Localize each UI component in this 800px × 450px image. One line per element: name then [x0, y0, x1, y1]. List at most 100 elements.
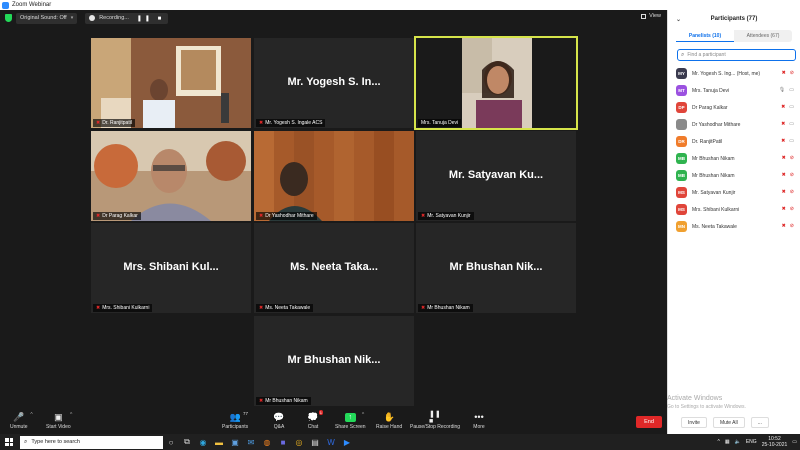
- media-icon[interactable]: ▤: [307, 434, 323, 450]
- invite-button[interactable]: Invite: [681, 417, 707, 428]
- participant-row[interactable]: Dr Yashodhar Mithare ✖ ▭: [668, 116, 800, 133]
- chevron-up-icon[interactable]: ^: [362, 412, 364, 418]
- video-on-icon: ▭: [789, 87, 794, 93]
- zoom-taskbar-icon[interactable]: ▶: [339, 434, 355, 450]
- participant-status-icons: ✖ ⊘: [782, 155, 794, 161]
- video-tile[interactable]: ✖ Dr Parag Kalkar: [91, 131, 251, 221]
- participant-display-name: Mr Bhushan Nik...: [449, 261, 543, 273]
- start-video-button[interactable]: ▣ ^ Start Video: [46, 412, 72, 431]
- tray-chevron-icon[interactable]: ^: [718, 439, 720, 445]
- tab-panelists[interactable]: Panelists (10): [676, 30, 734, 42]
- participant-name-label: ✖ Mr Bhushan Nikam: [418, 304, 473, 312]
- mic-muted-icon: ✖: [781, 70, 786, 76]
- participant-name: Dr Parag Kalkar: [102, 213, 138, 219]
- task-view-icon[interactable]: ⧉: [179, 434, 195, 450]
- mic-on-icon: 🎙: [778, 87, 786, 93]
- firefox-icon[interactable]: ◍: [259, 434, 275, 450]
- meeting-area: Original Sound: Off ▾ Recording... ❚❚ ■ …: [0, 10, 667, 410]
- taskbar-search-input[interactable]: ⌕ Type here to search: [20, 435, 163, 449]
- avatar: MS: [676, 187, 687, 198]
- end-button[interactable]: End: [636, 416, 662, 428]
- video-on-icon: ▭: [789, 138, 794, 144]
- more-button[interactable]: ••• More: [473, 412, 485, 430]
- panel-more-button[interactable]: ...: [750, 417, 769, 428]
- video-tile[interactable]: ✖ Dr Yashodhar Mithare: [254, 131, 414, 221]
- video-on-icon: ▭: [789, 121, 794, 127]
- mic-muted-icon: ✖: [96, 120, 101, 126]
- participant-name: Dr Yashodhar Mithare: [692, 121, 741, 128]
- chevron-down-icon[interactable]: ⌄: [676, 16, 681, 23]
- network-icon[interactable]: ▦: [725, 439, 730, 445]
- panel-header: ⌄ Participants (77): [668, 10, 800, 28]
- tab-attendees[interactable]: Attendees (67): [734, 30, 792, 42]
- clock[interactable]: 10:52 25-10-2021: [762, 436, 788, 448]
- video-tile[interactable]: Mr. Satyavan Ku... ✖ Mr. Satyavan Kunjir: [416, 131, 576, 221]
- participant-row[interactable]: MB Mr Bhushan Nikam ✖ ⊘: [668, 167, 800, 184]
- store-icon[interactable]: ▣: [227, 434, 243, 450]
- share-screen-button[interactable]: ↑ ^ Share Screen: [335, 412, 366, 430]
- chevron-up-icon[interactable]: ^: [30, 412, 32, 418]
- cloud-record-icon: [89, 15, 96, 21]
- participant-row[interactable]: MS Mr. Satyavan Kunjir ✖ ⊘: [668, 184, 800, 201]
- language-indicator[interactable]: ENG: [746, 439, 757, 445]
- participant-row[interactable]: MT Mrs. Tanuja Devi 🎙 ▭: [668, 82, 800, 99]
- participant-row[interactable]: MB Mr Bhushan Nikam ✖ ⊘: [668, 150, 800, 167]
- mic-muted-icon: ✖: [259, 398, 264, 404]
- view-label: View: [649, 13, 661, 19]
- participant-name-label: ✖ Mr. Satyavan Kunjir: [418, 212, 474, 220]
- qa-button[interactable]: 💬 Q&A: [273, 412, 285, 431]
- participant-name-label: ✖ Dr Parag Kalkar: [93, 212, 141, 220]
- mic-muted-icon: 🎤 ^: [13, 411, 33, 422]
- participant-row[interactable]: DP Dr Parag Kalkar ✖ ▭: [668, 99, 800, 116]
- avatar: DP: [676, 102, 687, 113]
- participant-row[interactable]: DR Dr. RanjitPatil ✖ ▭: [668, 133, 800, 150]
- recording-controls[interactable]: ❚❚ ■: [137, 15, 164, 22]
- video-tile[interactable]: ✖ Dr. Ranjitpatil: [91, 38, 251, 128]
- chat-icon: 💭 1: [307, 410, 323, 422]
- panel-footer: Invite Mute All ...: [681, 417, 769, 428]
- edge-icon[interactable]: ◉: [195, 434, 211, 450]
- video-tile[interactable]: Mr. Yogesh S. In... ✖ Mr. Yogesh S. Ingal…: [254, 38, 414, 128]
- participant-name: Mr Bhushan Nikam: [427, 305, 470, 311]
- mail-icon[interactable]: ✉: [243, 434, 259, 450]
- participant-video: [91, 38, 251, 128]
- participants-tabs: Panelists (10) Attendees (67): [676, 30, 792, 42]
- encryption-shield-icon[interactable]: [5, 14, 12, 22]
- chrome-icon[interactable]: ◎: [291, 434, 307, 450]
- word-icon[interactable]: W: [323, 434, 339, 450]
- participant-name-label: ✖ Mr Bhushan Nikam: [256, 397, 311, 405]
- video-tile[interactable]: Mrs. Shibani Kul... ✖ Mrs. Shibani Kulkar…: [91, 223, 251, 313]
- participants-button[interactable]: 👥 77 Participants: [222, 411, 248, 430]
- chevron-up-icon[interactable]: ^: [70, 412, 72, 418]
- active-speaker-tile[interactable]: Mrs. Tanuja Devi: [414, 36, 578, 130]
- teams-icon[interactable]: ■: [275, 434, 291, 450]
- participant-search-input[interactable]: ⌕ Find a participant: [677, 49, 796, 61]
- unmute-button[interactable]: 🎤 ^ Unmute: [10, 411, 33, 431]
- chat-button[interactable]: 💭 1 Chat: [307, 410, 323, 430]
- raise-hand-label: Raise Hand: [376, 424, 403, 430]
- video-tile[interactable]: Ms. Neeta Taka... ✖ Ms. Neeta Takawale: [254, 223, 414, 313]
- pause-stop-recording-button[interactable]: ❚❚ ■ Pause/Stop Recording: [410, 411, 460, 431]
- participant-status-icons: ✖ ⊘: [782, 172, 794, 178]
- chevron-down-icon[interactable]: ▾: [71, 15, 74, 21]
- video-tile[interactable]: Mr Bhushan Nik... ✖ Mr Bhushan Nikam: [254, 316, 414, 406]
- participant-name: Mrs. Tanuja Devi: [692, 87, 730, 94]
- windows-start-icon[interactable]: [5, 438, 13, 446]
- view-button[interactable]: View: [641, 13, 661, 19]
- cortana-icon[interactable]: ○: [163, 434, 179, 450]
- video-tile[interactable]: Mr Bhushan Nik... ✖ Mr Bhushan Nikam: [416, 223, 576, 313]
- participant-row[interactable]: MN Ms. Neeta Takawale ✖ ⊘: [668, 218, 800, 235]
- participant-row[interactable]: MS Mrs. Shibani Kulkarni ✖ ⊘: [668, 201, 800, 218]
- volume-icon[interactable]: 🔈: [735, 439, 741, 445]
- mute-all-button[interactable]: Mute All: [712, 417, 745, 428]
- file-explorer-icon[interactable]: ▬: [211, 434, 227, 450]
- participant-row[interactable]: MY Mr. Yogesh S. Ing... (Host, me) ✖ ⊘: [668, 65, 800, 82]
- avatar: MY: [676, 68, 687, 79]
- participant-display-name: Mr Bhushan Nik...: [287, 354, 381, 366]
- original-sound-toggle[interactable]: Original Sound: Off ▾: [16, 12, 78, 24]
- avatar: MB: [676, 153, 687, 164]
- recording-label: Recording...: [99, 15, 129, 21]
- notification-icon[interactable]: ▭: [792, 439, 797, 445]
- video-off-icon: ⊘: [789, 155, 794, 161]
- raise-hand-button[interactable]: ✋ Raise Hand: [376, 412, 403, 431]
